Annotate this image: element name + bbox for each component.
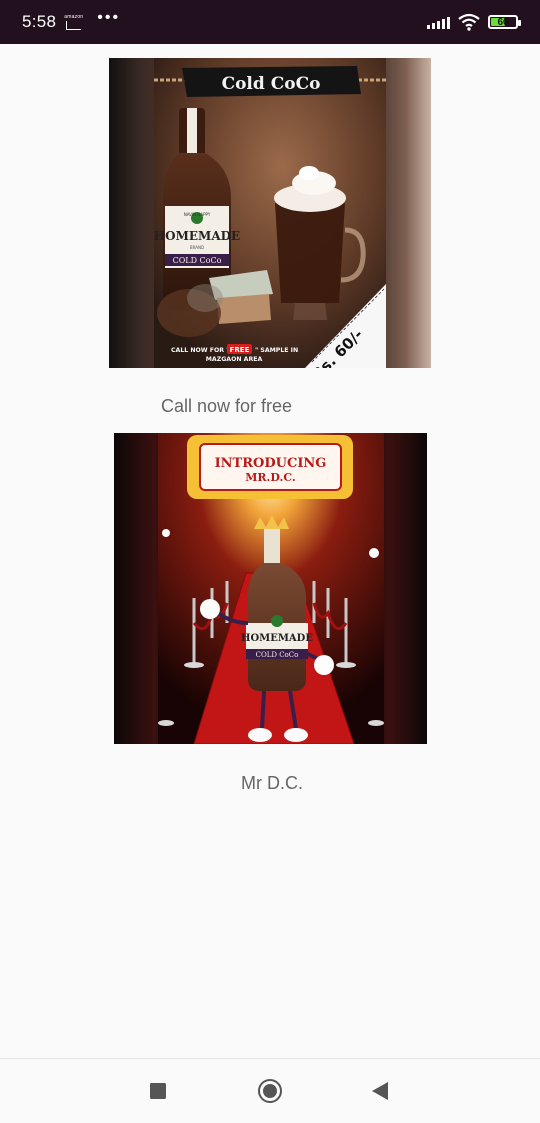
promo-text-pre: CALL NOW FOR " <box>171 347 229 354</box>
triangle-back-icon <box>372 1082 388 1100</box>
brand-sub-text: BRAND <box>190 245 204 250</box>
banner-title: Cold CoCo <box>222 74 321 94</box>
cold-coco-promo-image[interactable]: Cold CoCo NAVIN HAPPY HOMEMADE BRAND COL… <box>109 58 431 368</box>
system-navigation-bar <box>0 1058 540 1123</box>
promo-free-badge: FREE <box>230 346 250 354</box>
promo-text-post: " SAMPLE IN <box>255 347 298 354</box>
status-icons: 60 <box>427 13 521 31</box>
brand-name-text: HOMEMADE <box>154 229 240 243</box>
mr-dc-artwork: INTRODUCING MR.D.C. HOMEMADE COLD CoCo <box>158 433 384 744</box>
cold-coco-promo-artwork: Cold CoCo NAVIN HAPPY HOMEMADE BRAND COL… <box>154 58 386 368</box>
wifi-icon <box>458 13 480 31</box>
more-notifications-indicator: ••• <box>97 9 121 26</box>
bottle-product-text: COLD CoCo <box>173 256 222 265</box>
post-caption: Call now for free <box>161 396 293 416</box>
marquee-subheading: MR.D.C. <box>245 471 296 484</box>
cart-icon <box>66 20 82 30</box>
amazon-notification-label: amazon <box>64 13 84 20</box>
signal-icon <box>427 15 450 29</box>
mr-dc-introduction-image[interactable]: INTRODUCING MR.D.C. HOMEMADE COLD CoCo <box>114 433 427 744</box>
back-button[interactable] <box>366 1077 394 1105</box>
character-product-text: COLD CoCo <box>256 651 299 659</box>
amazon-notification-icon: amazon <box>64 13 84 30</box>
home-button[interactable] <box>256 1077 284 1105</box>
circle-icon <box>258 1079 282 1103</box>
recent-apps-button[interactable] <box>144 1077 172 1105</box>
status-bar: 5:58 amazon ••• 60 <box>0 0 540 44</box>
status-time: 5:58 <box>22 12 57 31</box>
battery-level-text: 60 <box>497 16 509 28</box>
post-caption: Mr D.C. <box>241 773 303 793</box>
character-brand-text: HOMEMADE <box>241 633 313 644</box>
marquee-heading: INTRODUCING <box>215 456 327 471</box>
promo-area-text: MAZGAON AREA <box>206 356 263 363</box>
brand-top-text: NAVIN HAPPY <box>184 212 211 217</box>
square-icon <box>150 1083 166 1099</box>
battery-icon: 60 <box>488 15 521 29</box>
